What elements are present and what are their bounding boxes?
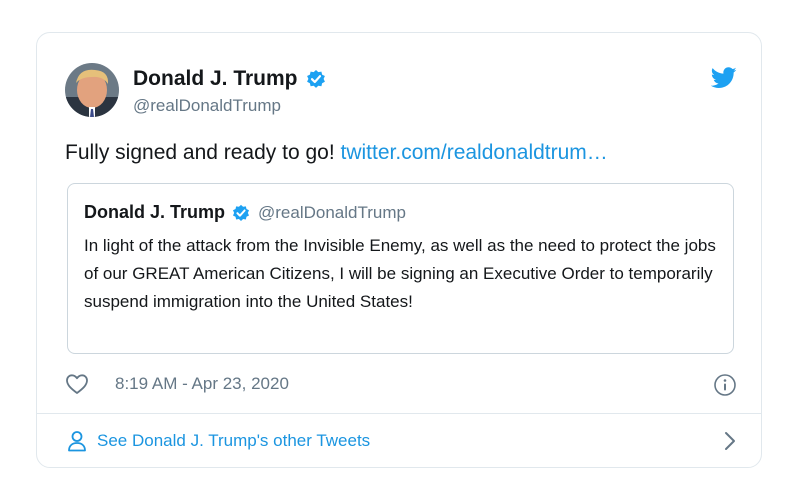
verified-badge-icon	[232, 204, 250, 222]
see-other-tweets-link[interactable]: See Donald J. Trump's other Tweets	[97, 431, 370, 451]
info-icon[interactable]	[713, 373, 737, 402]
tweet-link[interactable]: twitter.com/realdonaldtrum…	[341, 141, 608, 164]
tweet-timestamp[interactable]: 8:19 AM - Apr 23, 2020	[115, 374, 289, 394]
heart-icon[interactable]	[65, 373, 89, 400]
quoted-tweet[interactable]: Donald J. Trump @realDonaldTrump In ligh…	[67, 183, 734, 354]
quoted-tweet-text: In light of the attack from the Invisibl…	[84, 236, 716, 311]
quoted-tweet-header: Donald J. Trump @realDonaldTrump	[84, 202, 406, 223]
tweet-text: Fully signed and ready to go! twitter.co…	[65, 141, 608, 165]
tweet-header: Donald J. Trump @realDonaldTrump	[65, 63, 737, 123]
author-name-row: Donald J. Trump	[133, 67, 326, 91]
divider	[37, 413, 761, 414]
quoted-author-handle: @realDonaldTrump	[258, 202, 406, 222]
author-handle[interactable]: @realDonaldTrump	[133, 96, 281, 116]
tweet-body: Fully signed and ready to go!	[65, 141, 341, 164]
avatar-image	[65, 63, 119, 117]
author-name[interactable]: Donald J. Trump	[133, 67, 298, 91]
see-other-tweets-row[interactable]: See Donald J. Trump's other Tweets	[65, 425, 737, 457]
quoted-author-name: Donald J. Trump	[84, 202, 226, 222]
tweet-meta-row: 8:19 AM - Apr 23, 2020	[65, 372, 737, 398]
verified-badge-icon	[306, 69, 326, 89]
tweet-embed-card: Donald J. Trump @realDonaldTrump Fully s…	[36, 32, 762, 468]
person-icon	[67, 430, 87, 457]
twitter-bird-icon[interactable]	[710, 67, 737, 94]
chevron-right-icon[interactable]	[723, 430, 737, 457]
avatar[interactable]	[65, 63, 119, 117]
